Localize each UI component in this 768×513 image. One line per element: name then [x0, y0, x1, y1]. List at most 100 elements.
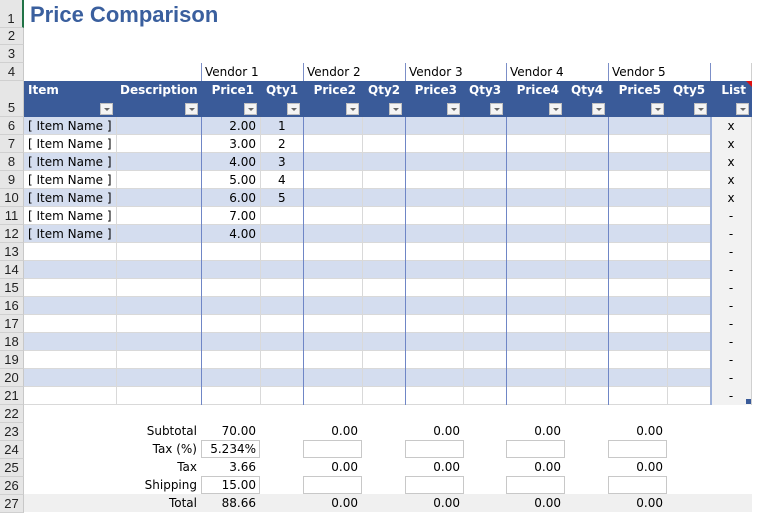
row-header[interactable]: 8 — [0, 153, 24, 171]
row-header[interactable]: 6 — [0, 117, 24, 135]
row-header[interactable]: 19 — [0, 351, 24, 369]
cell-item[interactable] — [24, 333, 116, 351]
vendor-5-label[interactable]: Vendor 5 — [608, 63, 710, 81]
cell-qty1[interactable] — [260, 279, 303, 297]
cell-list[interactable]: - — [710, 297, 752, 315]
row-header[interactable]: 13 — [0, 243, 24, 261]
column-header-price3[interactable]: Price3 — [405, 81, 463, 117]
vendor-4-tax-pct[interactable] — [506, 440, 565, 458]
cell-list[interactable]: - — [710, 243, 752, 261]
cell-qty1[interactable]: 1 — [260, 117, 303, 135]
row-header[interactable]: 12 — [0, 225, 24, 243]
cell-qty1[interactable]: 4 — [260, 171, 303, 189]
row-header[interactable]: 4 — [0, 63, 24, 81]
cell-list[interactable]: - — [710, 315, 752, 333]
cell-price1[interactable]: 4.00 — [201, 153, 260, 171]
table-resize-handle[interactable] — [746, 399, 751, 404]
cell-list[interactable]: - — [710, 351, 752, 369]
cell-price1[interactable] — [201, 369, 260, 387]
row-header[interactable]: 26 — [0, 477, 24, 495]
cell-qty1[interactable] — [260, 369, 303, 387]
cell-price1[interactable] — [201, 315, 260, 333]
filter-dropdown-icon[interactable] — [100, 103, 113, 115]
cell-item[interactable]: [ Item Name ] — [24, 135, 116, 153]
vendor-1-shipping[interactable]: 15.00 — [201, 476, 260, 494]
cell-qty1[interactable] — [260, 351, 303, 369]
cell-list[interactable]: x — [710, 153, 752, 171]
cell-list[interactable]: x — [710, 171, 752, 189]
row-header[interactable]: 22 — [0, 405, 24, 423]
cell-item[interactable]: [ Item Name ] — [24, 117, 116, 135]
cell-qty1[interactable]: 3 — [260, 153, 303, 171]
cell-price1[interactable] — [201, 333, 260, 351]
cell-price1[interactable] — [201, 261, 260, 279]
cell-list[interactable]: x — [710, 135, 752, 153]
cell-list[interactable]: x — [710, 117, 752, 135]
cell-qty1[interactable]: 2 — [260, 135, 303, 153]
filter-dropdown-icon[interactable] — [287, 103, 300, 115]
cell-list[interactable]: - — [710, 279, 752, 297]
column-header-price1[interactable]: Price1 — [201, 81, 260, 117]
cell-qty1[interactable] — [260, 261, 303, 279]
filter-dropdown-icon[interactable] — [447, 103, 460, 115]
filter-dropdown-icon[interactable] — [244, 103, 257, 115]
cell-item[interactable]: [ Item Name ] — [24, 171, 116, 189]
vendor-5-tax-pct[interactable] — [608, 440, 667, 458]
column-header-description[interactable]: Description — [116, 81, 201, 117]
cell-qty1[interactable] — [260, 387, 303, 405]
row-header[interactable]: 15 — [0, 279, 24, 297]
cell-item[interactable] — [24, 315, 116, 333]
cell-item[interactable]: [ Item Name ] — [24, 153, 116, 171]
vendor-2-label[interactable]: Vendor 2 — [303, 63, 405, 81]
cell-list[interactable]: - — [710, 207, 752, 225]
cell-list[interactable]: - — [710, 333, 752, 351]
row-header[interactable]: 20 — [0, 369, 24, 387]
cell-item[interactable] — [24, 261, 116, 279]
cell-price1[interactable] — [201, 297, 260, 315]
cell-price1[interactable]: 7.00 — [201, 207, 260, 225]
cell-item[interactable] — [24, 279, 116, 297]
row-header[interactable]: 10 — [0, 189, 24, 207]
comment-indicator-icon[interactable] — [746, 81, 752, 87]
cell-list[interactable]: - — [710, 261, 752, 279]
row-header[interactable]: 27 — [0, 495, 24, 513]
row-header[interactable]: 14 — [0, 261, 24, 279]
filter-dropdown-icon[interactable] — [651, 103, 664, 115]
cell-price1[interactable] — [201, 387, 260, 405]
cell-item[interactable] — [24, 351, 116, 369]
filter-dropdown-icon[interactable] — [736, 103, 749, 115]
vendor-3-tax-pct[interactable] — [405, 440, 464, 458]
cell-list[interactable]: - — [710, 369, 752, 387]
vendor-3-shipping[interactable] — [405, 476, 464, 494]
vendor-2-tax-pct[interactable] — [303, 440, 362, 458]
row-header[interactable]: 18 — [0, 333, 24, 351]
vendor-1-label[interactable]: Vendor 1 — [201, 63, 303, 81]
row-header[interactable]: 23 — [0, 423, 24, 441]
cell-qty1[interactable] — [260, 297, 303, 315]
cell-item[interactable]: [ Item Name ] — [24, 207, 116, 225]
cell-item[interactable]: [ Item Name ] — [24, 225, 116, 243]
column-header-price5[interactable]: Price5 — [608, 81, 667, 117]
cell-item[interactable] — [24, 297, 116, 315]
column-header-price4[interactable]: Price4 — [506, 81, 565, 117]
cell-price1[interactable] — [201, 351, 260, 369]
vendor-5-shipping[interactable] — [608, 476, 667, 494]
row-header[interactable]: 11 — [0, 207, 24, 225]
cell-price1[interactable]: 6.00 — [201, 189, 260, 207]
column-header-price2[interactable]: Price2 — [303, 81, 362, 117]
filter-dropdown-icon[interactable] — [592, 103, 605, 115]
cell-list[interactable]: - — [710, 225, 752, 243]
row-header[interactable]: 2 — [0, 28, 24, 45]
filter-dropdown-icon[interactable] — [490, 103, 503, 115]
vendor-2-shipping[interactable] — [303, 476, 362, 494]
filter-dropdown-icon[interactable] — [346, 103, 359, 115]
vendor-4-shipping[interactable] — [506, 476, 565, 494]
filter-dropdown-icon[interactable] — [694, 103, 707, 115]
filter-dropdown-icon[interactable] — [185, 103, 198, 115]
cell-qty1[interactable]: 5 — [260, 189, 303, 207]
cell-qty1[interactable] — [260, 333, 303, 351]
row-header[interactable]: 16 — [0, 297, 24, 315]
vendor-1-tax-pct[interactable]: 5.234% — [201, 440, 260, 458]
cell-qty1[interactable] — [260, 243, 303, 261]
row-header[interactable]: 21 — [0, 387, 24, 405]
